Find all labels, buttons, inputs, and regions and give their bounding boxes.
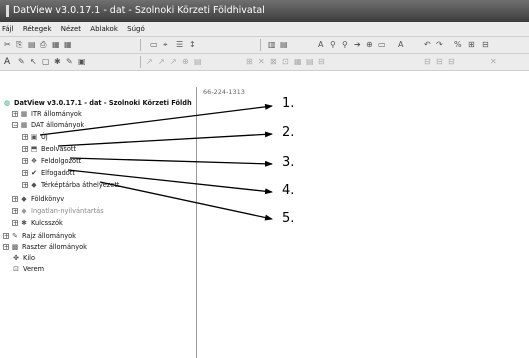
callout-arrow-4 bbox=[67, 169, 273, 195]
callout-label-5: 5. bbox=[282, 211, 295, 226]
callout-label-1: 1. bbox=[282, 96, 295, 111]
callout-arrow-2 bbox=[57, 131, 273, 147]
callout-arrow-5 bbox=[99, 181, 273, 221]
callout-label-4: 4. bbox=[282, 183, 295, 198]
callout-arrow-3 bbox=[69, 157, 273, 167]
callout-arrow-1 bbox=[39, 103, 273, 136]
callout-label-3: 3. bbox=[282, 155, 295, 170]
callout-label-2: 2. bbox=[282, 125, 295, 140]
callout-arrows bbox=[39, 103, 273, 221]
